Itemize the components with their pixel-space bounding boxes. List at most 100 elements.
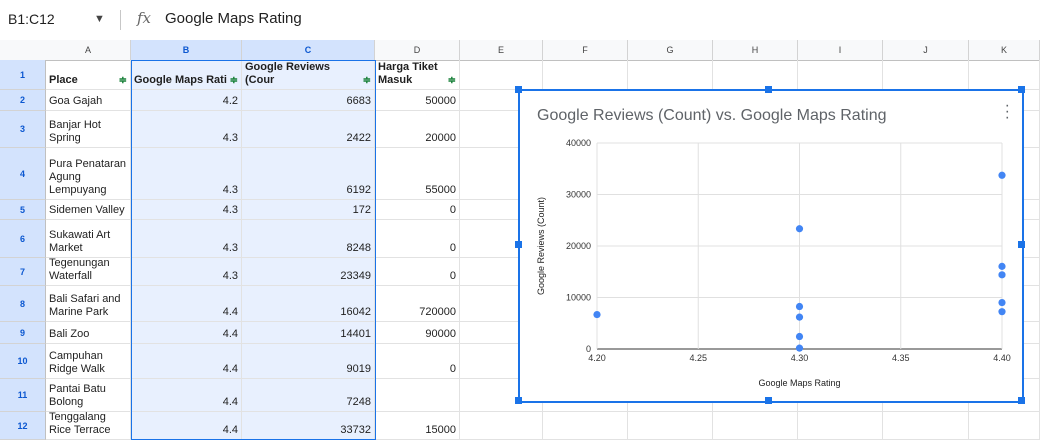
cell-price[interactable] — [375, 379, 460, 412]
cell-rating[interactable]: 4.3 — [131, 258, 242, 286]
header-cell-reviews[interactable]: Google Reviews (Cour ≑ — [242, 60, 375, 90]
filter-icon[interactable]: ≑ — [446, 74, 456, 87]
row-header-12[interactable]: 12 — [0, 412, 46, 440]
header-cell-rating[interactable]: Google Maps Rati ≑ — [131, 60, 242, 90]
empty-cell[interactable] — [713, 412, 798, 440]
row-header-5[interactable]: 5 — [0, 200, 46, 220]
cell-rating[interactable]: 4.4 — [131, 412, 242, 440]
empty-cell[interactable] — [543, 412, 628, 440]
column-header-c[interactable]: C — [242, 40, 375, 60]
resize-handle[interactable] — [515, 241, 522, 248]
cell-place[interactable]: Goa Gajah — [46, 90, 131, 111]
formula-input[interactable]: Google Maps Rating — [165, 10, 302, 27]
empty-cell[interactable] — [883, 60, 969, 90]
cell-price[interactable]: 90000 — [375, 322, 460, 344]
cell-place[interactable]: Campuhan Ridge Walk — [46, 344, 131, 379]
resize-handle[interactable] — [765, 86, 772, 93]
cell-reviews[interactable]: 6683 — [242, 90, 375, 111]
column-header-f[interactable]: F — [543, 40, 628, 60]
resize-handle[interactable] — [1018, 241, 1025, 248]
empty-cell[interactable] — [969, 412, 1040, 440]
empty-cell[interactable] — [543, 60, 628, 90]
cell-rating[interactable]: 4.3 — [131, 200, 242, 220]
scatter-chart[interactable]: Google Reviews (Count) vs. Google Maps R… — [518, 89, 1024, 403]
row-header-1[interactable]: 1 — [0, 60, 46, 90]
cell-rating[interactable]: 4.4 — [131, 344, 242, 379]
cell-place[interactable]: Pantai Batu Bolong — [46, 379, 131, 412]
cell-rating[interactable]: 4.4 — [131, 322, 242, 344]
column-header-j[interactable]: J — [883, 40, 969, 60]
column-header-g[interactable]: G — [628, 40, 713, 60]
cell-rating[interactable]: 4.4 — [131, 286, 242, 322]
cell-place[interactable]: Pura Penataran Agung Lempuyang — [46, 148, 131, 200]
cell-place[interactable]: Banjar Hot Spring — [46, 111, 131, 148]
column-header-d[interactable]: D — [375, 40, 460, 60]
header-cell-price[interactable]: Harga Tiket Masuk ≑ — [375, 60, 460, 90]
row-header-2[interactable]: 2 — [0, 90, 46, 111]
cell-reviews[interactable]: 9019 — [242, 344, 375, 379]
cell-rating[interactable]: 4.4 — [131, 379, 242, 412]
cell-place[interactable]: Tegenungan Waterfall — [46, 258, 131, 286]
column-header-h[interactable]: H — [713, 40, 798, 60]
cell-price[interactable]: 0 — [375, 220, 460, 258]
cell-rating[interactable]: 4.3 — [131, 220, 242, 258]
empty-cell[interactable] — [460, 60, 543, 90]
cell-rating[interactable]: 4.3 — [131, 148, 242, 200]
cell-place[interactable]: Sukawati Art Market — [46, 220, 131, 258]
resize-handle[interactable] — [515, 397, 522, 404]
empty-cell[interactable] — [969, 60, 1040, 90]
empty-cell[interactable] — [883, 412, 969, 440]
row-header-10[interactable]: 10 — [0, 344, 46, 379]
column-header-i[interactable]: I — [798, 40, 883, 60]
resize-handle[interactable] — [1018, 397, 1025, 404]
cell-price[interactable]: 0 — [375, 344, 460, 379]
cell-reviews[interactable]: 23349 — [242, 258, 375, 286]
name-box[interactable]: B1:C12 — [8, 11, 55, 27]
empty-cell[interactable] — [628, 412, 713, 440]
cell-rating[interactable]: 4.3 — [131, 111, 242, 148]
cell-reviews[interactable]: 7248 — [242, 379, 375, 412]
chevron-down-icon[interactable]: ▼ — [94, 13, 105, 25]
cell-reviews[interactable]: 6192 — [242, 148, 375, 200]
cell-reviews[interactable]: 33732 — [242, 412, 375, 440]
column-header-e[interactable]: E — [460, 40, 543, 60]
cell-price[interactable]: 0 — [375, 200, 460, 220]
cell-reviews[interactable]: 8248 — [242, 220, 375, 258]
row-header-9[interactable]: 9 — [0, 322, 46, 344]
row-header-3[interactable]: 3 — [0, 111, 46, 148]
cell-place[interactable]: Sidemen Valley — [46, 200, 131, 220]
filter-icon[interactable]: ≑ — [117, 74, 127, 87]
cell-price[interactable]: 0 — [375, 258, 460, 286]
row-header-6[interactable]: 6 — [0, 220, 46, 258]
cell-price[interactable]: 15000 — [375, 412, 460, 440]
empty-cell[interactable] — [460, 412, 543, 440]
row-header-7[interactable]: 7 — [0, 258, 46, 286]
cell-reviews[interactable]: 172 — [242, 200, 375, 220]
row-header-8[interactable]: 8 — [0, 286, 46, 322]
column-header-b[interactable]: B — [131, 40, 242, 60]
cell-reviews[interactable]: 14401 — [242, 322, 375, 344]
empty-cell[interactable] — [798, 412, 883, 440]
cell-place[interactable]: Tenggalang Rice Terrace — [46, 412, 131, 440]
cell-price[interactable]: 50000 — [375, 90, 460, 111]
cell-place[interactable]: Bali Zoo — [46, 322, 131, 344]
row-header-11[interactable]: 11 — [0, 379, 46, 412]
cell-price[interactable]: 720000 — [375, 286, 460, 322]
cell-price[interactable]: 55000 — [375, 148, 460, 200]
row-header-4[interactable]: 4 — [0, 148, 46, 200]
resize-handle[interactable] — [515, 86, 522, 93]
cell-reviews[interactable]: 2422 — [242, 111, 375, 148]
empty-cell[interactable] — [713, 60, 798, 90]
filter-icon[interactable]: ≑ — [361, 74, 371, 87]
resize-handle[interactable] — [1018, 86, 1025, 93]
cell-reviews[interactable]: 16042 — [242, 286, 375, 322]
column-header-k[interactable]: K — [969, 40, 1040, 60]
cell-place[interactable]: Bali Safari and Marine Park — [46, 286, 131, 322]
filter-icon[interactable]: ≑ — [228, 74, 238, 87]
resize-handle[interactable] — [765, 397, 772, 404]
empty-cell[interactable] — [628, 60, 713, 90]
cell-rating[interactable]: 4.2 — [131, 90, 242, 111]
column-header-a[interactable]: A — [46, 40, 131, 60]
header-cell-place[interactable]: Place ≑ — [46, 60, 131, 90]
cell-price[interactable]: 20000 — [375, 111, 460, 148]
